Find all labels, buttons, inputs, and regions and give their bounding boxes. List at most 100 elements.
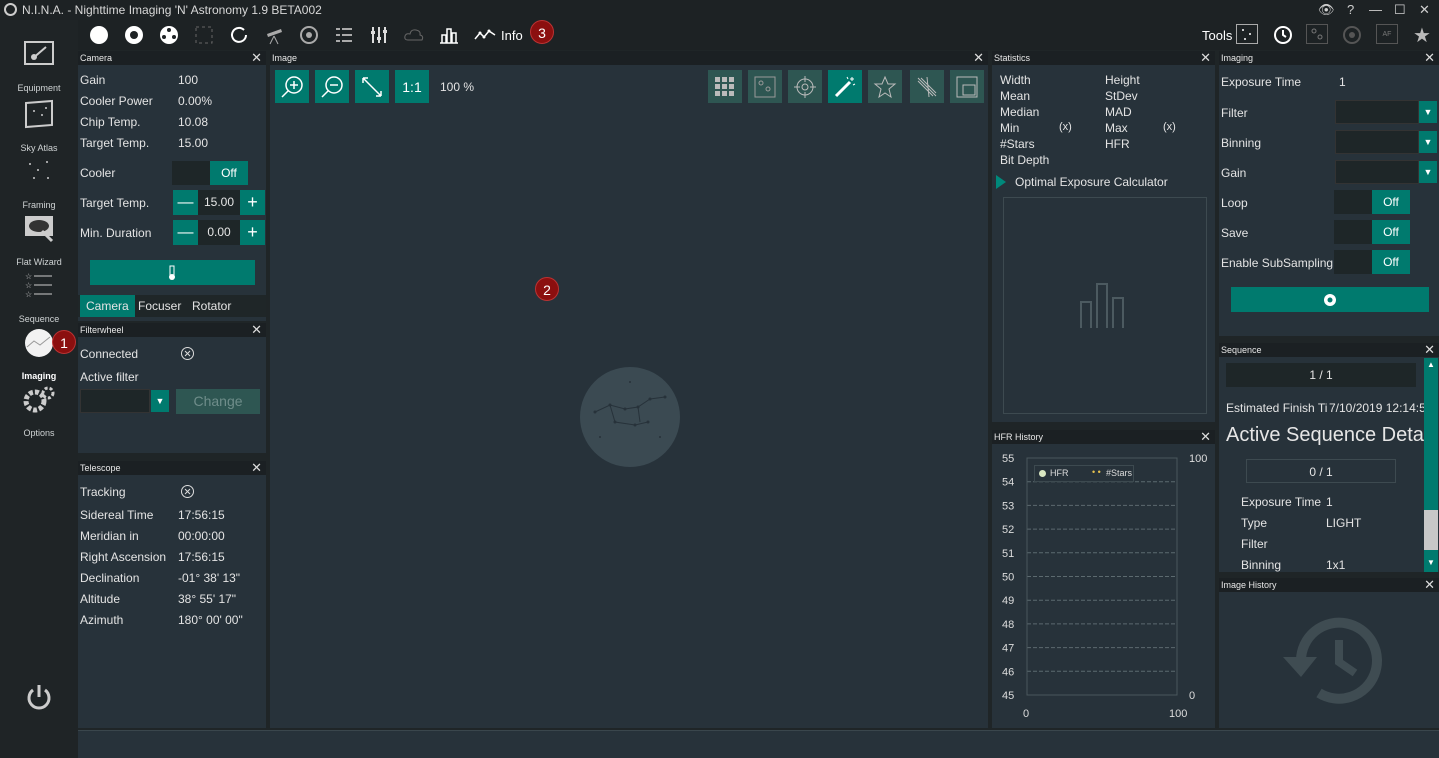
legend-marker-hfr xyxy=(1039,470,1046,477)
sidebar-item-framing[interactable]: Framing xyxy=(0,154,78,210)
chevron-down-icon[interactable]: ▼ xyxy=(1419,101,1437,123)
fit-button[interactable] xyxy=(355,70,389,103)
crosshair-button[interactable] xyxy=(788,70,822,103)
tab-camera[interactable]: Camera xyxy=(80,295,135,317)
close-icon[interactable]: ✕ xyxy=(973,51,984,64)
rotator-icon[interactable] xyxy=(228,25,250,45)
close-icon[interactable]: ✕ xyxy=(1200,430,1211,443)
bahtinov-button[interactable] xyxy=(910,70,944,103)
change-filter-button[interactable]: Change xyxy=(176,389,260,414)
tab-focuser[interactable]: Focuser xyxy=(132,295,187,317)
y-tick-label: 47 xyxy=(1002,643,1014,655)
shutter-icon[interactable] xyxy=(123,25,145,45)
scrollbar-thumb[interactable] xyxy=(1424,510,1438,550)
panel-title: Sequence xyxy=(1221,345,1262,355)
roi-button[interactable] xyxy=(950,70,984,103)
scroll-down-icon[interactable]: ▼ xyxy=(1427,558,1435,567)
panel-title: Image History xyxy=(1221,580,1277,590)
close-button[interactable]: ✕ xyxy=(1419,2,1430,18)
close-icon[interactable]: ✕ xyxy=(251,51,262,64)
sidebar-item-equipment[interactable]: Equipment xyxy=(0,37,78,93)
stat-label: Mean xyxy=(1000,89,1031,103)
optimal-exposure-calculator-toggle[interactable]: Optimal Exposure Calculator xyxy=(1015,175,1168,189)
decrement-button[interactable]: — xyxy=(173,220,198,245)
cooler-toggle[interactable]: Off xyxy=(172,161,248,185)
increment-button[interactable]: + xyxy=(240,220,265,245)
sidebar-item-sky-atlas[interactable]: Sky Atlas xyxy=(0,97,78,153)
zoom-in-button[interactable] xyxy=(275,70,309,103)
zoom-out-button[interactable] xyxy=(315,70,349,103)
favorite-star-icon[interactable]: ★ xyxy=(1411,25,1433,47)
filter-dropdown[interactable] xyxy=(1335,100,1419,124)
histogram-icon[interactable] xyxy=(438,25,460,45)
close-icon[interactable]: ✕ xyxy=(1200,51,1211,64)
target-temp-input[interactable]: 15.00 xyxy=(198,190,240,215)
close-icon[interactable]: ✕ xyxy=(1424,51,1435,64)
eye-icon[interactable]: 👁 xyxy=(1318,2,1335,18)
panel-header: Imaging ✕ xyxy=(1219,51,1439,65)
one-to-one-button[interactable]: 1:1 xyxy=(395,70,429,103)
gears-icon xyxy=(23,386,55,413)
stat-label: MAD xyxy=(1105,105,1132,119)
history-tool-icon[interactable] xyxy=(1271,25,1293,45)
sidebar-item-label: Flat Wizard xyxy=(16,257,62,267)
autofocus-tool-icon[interactable]: AF xyxy=(1376,24,1398,44)
binning-dropdown[interactable] xyxy=(1335,130,1419,154)
star-detection-tool-icon[interactable] xyxy=(1306,24,1328,44)
grid-button[interactable] xyxy=(708,70,742,103)
help-button[interactable]: ? xyxy=(1347,2,1354,17)
exposure-time-input[interactable]: 1 xyxy=(1339,75,1346,89)
imaging-tool-icon[interactable] xyxy=(88,25,110,45)
auto-stretch-button[interactable] xyxy=(828,70,862,103)
chevron-down-icon[interactable]: ▼ xyxy=(1419,131,1437,153)
power-icon[interactable] xyxy=(24,682,54,712)
star-annotate-button[interactable] xyxy=(748,70,782,103)
save-toggle[interactable]: Off xyxy=(1334,220,1410,244)
scroll-up-icon[interactable]: ▲ xyxy=(1427,360,1435,369)
tab-rotator[interactable]: Rotator xyxy=(186,295,237,317)
decrement-button[interactable]: — xyxy=(173,190,198,215)
target-tool-icon[interactable] xyxy=(1341,25,1363,45)
minimize-button[interactable]: — xyxy=(1369,2,1382,17)
start-capture-button[interactable] xyxy=(1231,287,1429,312)
guider-icon[interactable] xyxy=(298,25,320,45)
telescope-icon[interactable] xyxy=(263,25,285,45)
sidebar-item-options[interactable]: Options xyxy=(0,382,78,438)
close-icon[interactable]: ✕ xyxy=(1424,578,1435,591)
min-duration-label: Min. Duration xyxy=(80,226,152,240)
cooler-apply-button[interactable] xyxy=(90,260,255,285)
sidebar-item-flat-wizard[interactable]: Flat Wizard xyxy=(0,211,78,267)
sequence-progress: 1 / 1 xyxy=(1226,363,1416,387)
min-duration-input[interactable]: 0.00 xyxy=(198,220,240,245)
gain-dropdown[interactable] xyxy=(1335,160,1419,184)
sliders-icon[interactable] xyxy=(368,25,390,45)
target-temp-value: 15.00 xyxy=(178,136,209,150)
detect-stars-button[interactable] xyxy=(868,70,902,103)
y-tick-label: 49 xyxy=(1002,595,1014,607)
filter-label: Filter xyxy=(1221,106,1248,120)
filterwheel-icon[interactable] xyxy=(158,25,180,45)
close-icon[interactable]: ✕ xyxy=(251,323,262,336)
close-icon[interactable]: ✕ xyxy=(1424,343,1435,356)
increment-button[interactable]: + xyxy=(240,190,265,215)
chevron-down-icon[interactable]: ▼ xyxy=(151,390,169,412)
expand-triangle-icon[interactable] xyxy=(996,175,1006,189)
focuser-icon[interactable] xyxy=(193,25,215,45)
loop-toggle[interactable]: Off xyxy=(1334,190,1410,214)
plate-solve-tool-icon[interactable] xyxy=(1236,24,1258,44)
info-graph-icon[interactable] xyxy=(474,25,496,45)
panel-header: Filterwheel ✕ xyxy=(78,323,266,337)
y-tick-label: 51 xyxy=(1002,548,1014,560)
sequence-list-icon[interactable] xyxy=(333,25,355,45)
filter-select[interactable] xyxy=(80,389,150,413)
close-icon[interactable]: ✕ xyxy=(251,461,262,474)
maximize-button[interactable]: ☐ xyxy=(1394,2,1406,18)
weather-cloud-icon[interactable] xyxy=(403,25,425,45)
sequence-scrollbar[interactable]: ▲ ▼ xyxy=(1424,358,1438,572)
chevron-down-icon[interactable]: ▼ xyxy=(1419,161,1437,183)
sidebar-item-sequence[interactable]: ☆ ☆ ☆ Sequence xyxy=(0,268,78,324)
subsampling-toggle[interactable]: Off xyxy=(1334,250,1410,274)
meridian-value: 00:00:00 xyxy=(178,529,225,543)
y2-tick-label: 100 xyxy=(1189,453,1207,465)
info-tab-label[interactable]: Info xyxy=(501,28,523,43)
